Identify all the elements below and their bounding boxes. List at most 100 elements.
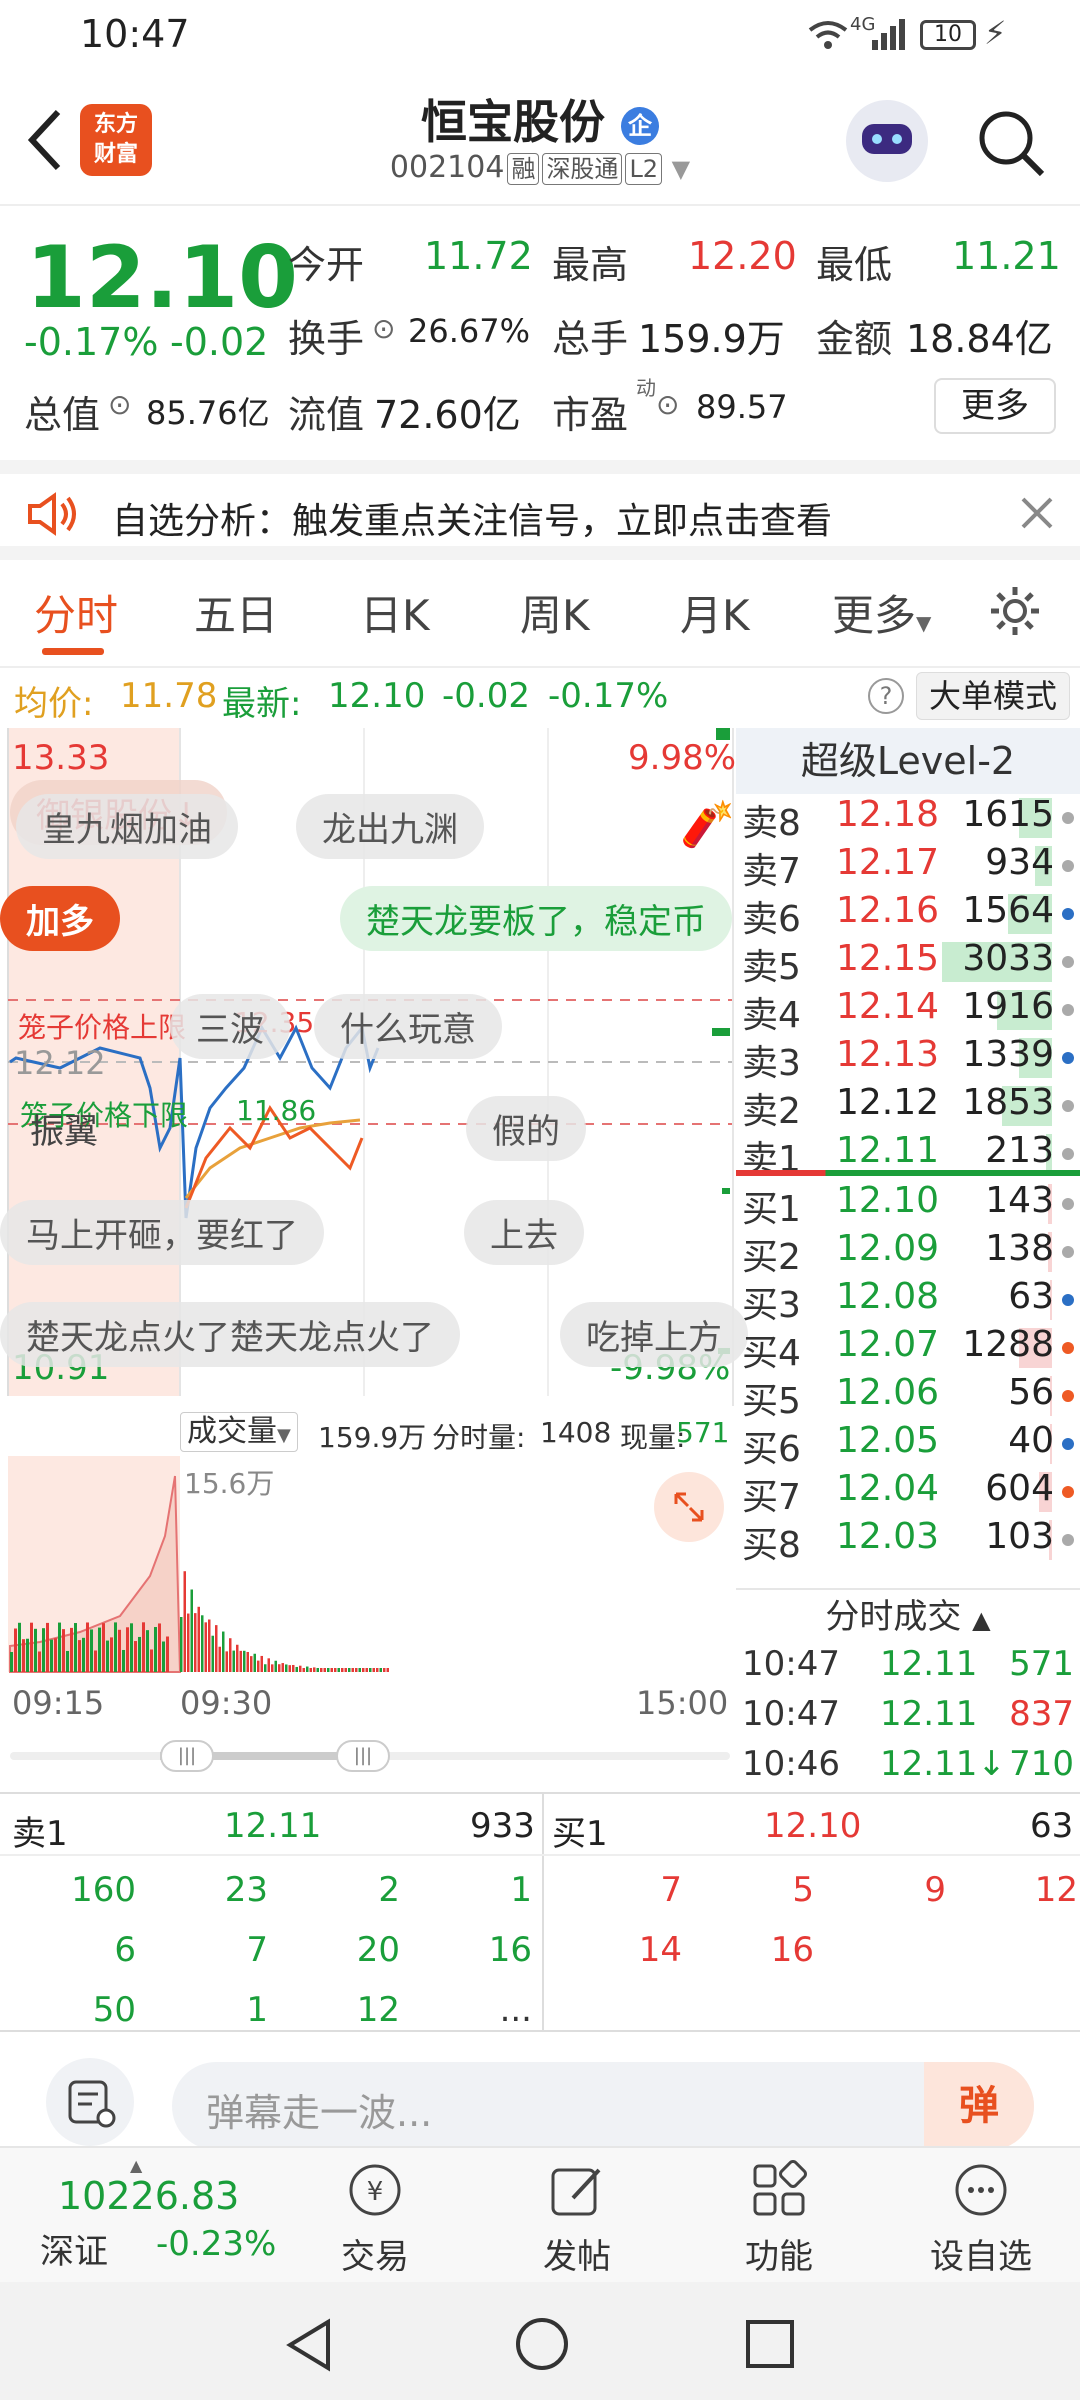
auction-volume-mark <box>86 1622 89 1672</box>
ask-row[interactable]: 卖3 12.13 1339 <box>736 1034 1080 1084</box>
nav-trade[interactable]: ¥ 交易 <box>310 2160 440 2278</box>
battery-icon: 10 <box>920 20 976 50</box>
ask-row[interactable]: 卖5 12.15 3033 <box>736 938 1080 988</box>
big-order-mode-button[interactable]: 大单模式 <box>916 672 1071 720</box>
volume-chart[interactable]: 15.6万 <box>0 1456 734 1676</box>
level-label: 买3 <box>742 1285 801 1326</box>
danmu-bubble[interactable]: 振翼 <box>4 1096 124 1161</box>
danmu-bubble[interactable]: 楚天龙点火了楚天龙点火了 <box>0 1302 460 1367</box>
danmu-bubble[interactable]: 龙出九渊 <box>296 794 484 859</box>
index-value: 10226.83 <box>58 2174 240 2218</box>
latest-value: 12.10 <box>328 676 426 716</box>
level2-title[interactable]: 超级Level-2 <box>736 728 1080 794</box>
bid-row[interactable]: 买5 12.06 56 <box>736 1372 1080 1422</box>
level-price: 12.04 <box>836 1468 940 1509</box>
bid-row[interactable]: 买4 12.07 1288 <box>736 1324 1080 1374</box>
stock-code: 002104 <box>389 150 505 185</box>
danmu-bubble[interactable]: 上去 <box>464 1200 584 1265</box>
tab-monthly-k[interactable]: 月K <box>680 582 750 643</box>
danmu-bubble[interactable]: 楚天龙要板了，稳定币 <box>340 886 732 951</box>
recents-nav-icon[interactable] <box>744 2318 796 2370</box>
level-price: 12.03 <box>836 1516 940 1557</box>
trades-header[interactable]: 分时成交 ▲ <box>736 1588 1080 1642</box>
expand-icon[interactable] <box>654 1472 724 1542</box>
level-price: 12.14 <box>836 986 940 1027</box>
tab-daily-k[interactable]: 日K <box>360 582 430 643</box>
tab-intraday[interactable]: 分时 <box>34 582 118 643</box>
level-label: 买5 <box>742 1381 801 1422</box>
index-ticker[interactable]: ▲ 10226.83 深证 -0.23% <box>20 2156 290 2274</box>
ask-row[interactable]: 卖8 12.18 1615 <box>736 794 1080 844</box>
danmu-bubble[interactable]: 吃掉上方 <box>560 1302 748 1367</box>
danmu-input[interactable]: 弹幕走一波... 弹 <box>172 2062 1034 2150</box>
more-quote-button[interactable]: 更多 <box>934 378 1056 434</box>
volume-bar-mark <box>355 1668 358 1672</box>
volume-bar-mark <box>372 1668 375 1672</box>
firecracker-icon[interactable]: 🧨 <box>680 798 735 850</box>
ask-row[interactable]: 卖2 12.12 1853 <box>736 1082 1080 1132</box>
nav-add-watchlist[interactable]: 设自选 <box>916 2160 1046 2278</box>
volume-value: 159.9万 <box>638 317 785 361</box>
volume-bar-mark <box>215 1625 218 1672</box>
minute-volume-label: 分时量: <box>432 1421 526 1454</box>
analysis-banner[interactable]: 自选分析：触发重点关注信号，立即点击查看 <box>0 460 1080 560</box>
bid-row[interactable]: 买1 12.10 143 <box>736 1180 1080 1230</box>
danmu-bubble[interactable]: 马上开砸，要红了 <box>0 1200 324 1265</box>
tab-more[interactable]: 更多▼ <box>832 582 931 643</box>
search-icon[interactable] <box>976 108 1046 178</box>
send-danmu-button[interactable]: 弹 <box>924 2062 1034 2150</box>
bid-row[interactable]: 买7 12.04 604 <box>736 1468 1080 1518</box>
bid-row[interactable]: 买2 12.09 138 <box>736 1228 1080 1278</box>
range-handle-left[interactable]: ||| <box>160 1740 214 1772</box>
range-handle-right[interactable]: ||| <box>336 1740 390 1772</box>
queue-sell-price: 12.11 <box>224 1806 322 1846</box>
queue-order: 16 <box>770 1930 814 1970</box>
volume-bar-mark <box>369 1668 372 1672</box>
bid-row[interactable]: 买3 12.08 63 <box>736 1276 1080 1326</box>
level-quantity: 143 <box>985 1180 1054 1221</box>
volume-indicator-select[interactable]: 成交量▼ <box>180 1412 298 1452</box>
danmu-settings-icon[interactable] <box>46 2058 134 2146</box>
volume-bar-mark <box>229 1638 232 1672</box>
volume-bar-mark <box>232 1650 235 1672</box>
ask-row[interactable]: 卖6 12.16 1564 <box>736 890 1080 940</box>
level-quantity: 103 <box>985 1516 1054 1557</box>
chart-top-price: 13.33 <box>12 738 110 778</box>
queue-order: 16 <box>488 1930 532 1970</box>
ask-row[interactable]: 卖7 12.17 934 <box>736 842 1080 892</box>
bid-row[interactable]: 买8 12.03 103 <box>736 1516 1080 1566</box>
level-label: 买2 <box>742 1237 801 1278</box>
danmu-bubble[interactable]: 皇九烟加油 <box>16 794 238 859</box>
bid-row[interactable]: 买6 12.05 40 <box>736 1420 1080 1470</box>
nav-post[interactable]: 发帖 <box>512 2160 642 2278</box>
nav-functions[interactable]: 功能 <box>714 2160 844 2278</box>
volume-bar-mark <box>260 1655 263 1672</box>
info-icon[interactable]: ⊙ <box>108 388 131 421</box>
chart-range-scrollbar[interactable]: ||| ||| <box>10 1738 730 1772</box>
assistant-avatar-icon[interactable] <box>846 100 928 182</box>
intraday-chart[interactable]: 13.33 9.98% 10.91 -9.98% 12.12 笼子价格上限 12… <box>0 728 748 1406</box>
grid-icon <box>753 2160 807 2216</box>
tab-weekly-k[interactable]: 周K <box>520 582 590 643</box>
tab-five-day[interactable]: 五日 <box>194 582 278 643</box>
ask-row[interactable]: 卖4 12.14 1916 <box>736 986 1080 1036</box>
back-nav-icon[interactable] <box>284 2318 334 2372</box>
danmu-bubble[interactable]: 加多 <box>0 886 120 951</box>
home-nav-icon[interactable] <box>514 2316 570 2372</box>
gear-icon[interactable] <box>988 584 1042 638</box>
level2-panel: 超级Level-2 卖8 12.18 1615 卖7 12.17 934 卖6 12.16 15… <box>736 728 1080 1792</box>
pe-label: 市盈 <box>552 393 629 437</box>
info-icon[interactable]: ⊙ <box>372 312 395 345</box>
help-icon[interactable]: ? <box>868 678 904 714</box>
volume-bar-mark <box>358 1668 361 1672</box>
danmu-bubble[interactable]: 什么玩意 <box>314 994 502 1059</box>
system-nav-bar <box>0 2282 1080 2400</box>
danmu-bubble[interactable]: 假的 <box>466 1096 586 1161</box>
danmu-bubble[interactable]: 三波 <box>170 994 290 1059</box>
level-quantity: 604 <box>985 1468 1054 1509</box>
close-icon[interactable] <box>1020 496 1054 530</box>
auction-volume-mark <box>26 1638 29 1672</box>
level-price: 12.08 <box>836 1276 940 1317</box>
level-price: 12.09 <box>836 1228 940 1269</box>
info-icon[interactable]: ⊙ <box>656 388 679 421</box>
